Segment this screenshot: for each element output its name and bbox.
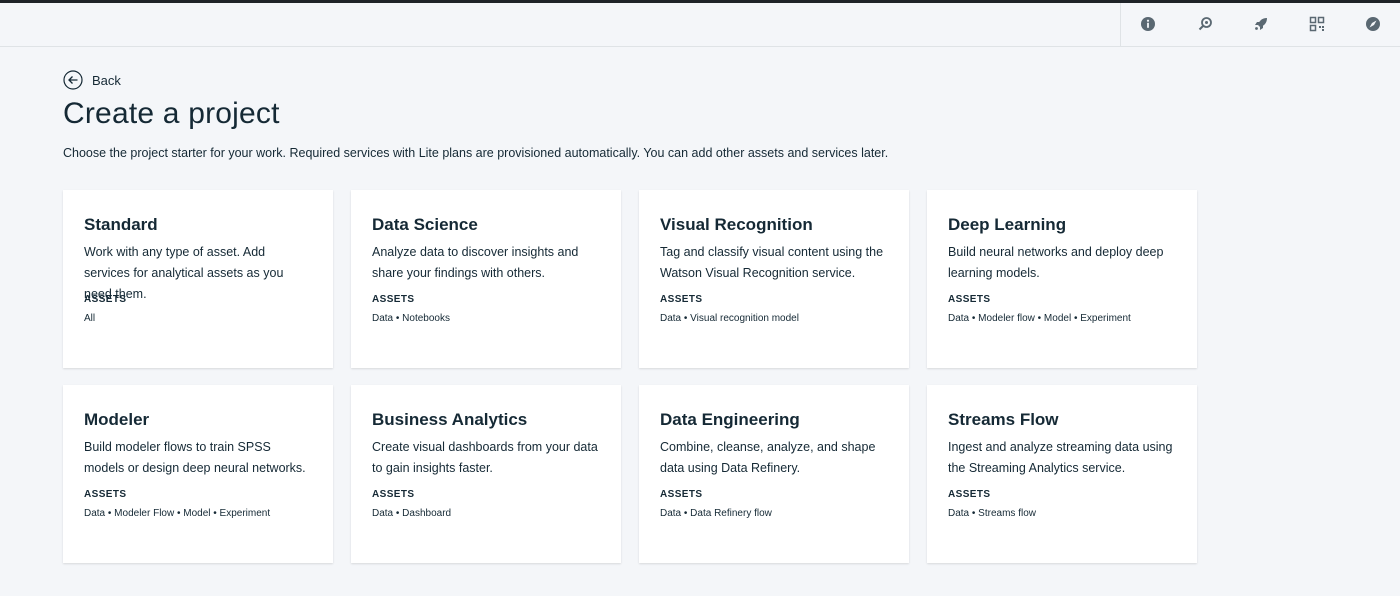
card-assets: Data • Notebooks [372, 313, 450, 324]
compass-icon[interactable] [1363, 14, 1383, 34]
starter-card-data-science[interactable]: Data Science Analyze data to discover in… [351, 190, 621, 368]
card-description: Tag and classify visual content using th… [660, 245, 884, 280]
starter-card-business-analytics[interactable]: Business Analytics Create visual dashboa… [351, 385, 621, 563]
starter-card-visual-recognition[interactable]: Visual Recognition Tag and classify visu… [639, 190, 909, 368]
card-assets-label: ASSETS [660, 489, 703, 500]
card-description: Analyze data to discover insights and sh… [372, 245, 579, 280]
card-assets-label: ASSETS [948, 294, 991, 305]
rocket-icon[interactable] [1251, 14, 1271, 34]
starter-card-streams-flow[interactable]: Streams Flow Ingest and analyze streamin… [927, 385, 1197, 563]
catalog-refresh-icon[interactable] [1195, 14, 1215, 34]
page-description: Choose the project starter for your work… [63, 146, 889, 160]
card-assets-label: ASSETS [948, 489, 991, 500]
page-title: Create a project [63, 97, 280, 130]
starter-card-modeler[interactable]: Modeler Build modeler flows to train SPS… [63, 385, 333, 563]
card-assets: All [84, 313, 96, 324]
card-assets-label: ASSETS [84, 294, 127, 305]
card-assets: Data • Dashboard [372, 508, 452, 519]
card-title: Standard [84, 215, 158, 234]
card-assets: Data • Visual recognition model [660, 313, 799, 324]
card-assets-label: ASSETS [372, 294, 415, 305]
card-description: Build modeler flows to train SPSS models… [84, 440, 306, 475]
card-description: Build neural networks and deploy deep le… [948, 245, 1164, 280]
top-bar [0, 3, 1400, 47]
card-assets: Data • Modeler flow • Model • Experiment [948, 313, 1131, 324]
card-assets-label: ASSETS [84, 489, 127, 500]
card-description: Work with any type of asset. Add service… [84, 245, 284, 301]
card-description: Create visual dashboards from your data … [372, 440, 598, 475]
card-assets-label: ASSETS [660, 294, 703, 305]
card-assets: Data • Streams flow [948, 508, 1036, 519]
starter-card-standard[interactable]: Standard Work with any type of asset. Ad… [63, 190, 333, 368]
arrow-left-circle-icon [63, 70, 83, 90]
card-description: Combine, cleanse, analyze, and shape dat… [660, 440, 876, 475]
card-title: Modeler [84, 410, 150, 429]
back-link[interactable]: Back [63, 70, 121, 90]
card-assets: Data • Modeler Flow • Model • Experiment [84, 508, 271, 519]
project-starter-grid: Standard Work with any type of asset. Ad… [63, 190, 1197, 563]
starter-card-data-engineering[interactable]: Data Engineering Combine, cleanse, analy… [639, 385, 909, 563]
top-bar-divider [1120, 3, 1121, 46]
card-assets: Data • Data Refinery flow [660, 508, 772, 519]
card-assets-label: ASSETS [372, 489, 415, 500]
card-title: Visual Recognition [660, 215, 813, 234]
grid-apps-icon[interactable] [1307, 14, 1327, 34]
card-title: Business Analytics [372, 410, 528, 429]
card-title: Data Engineering [660, 410, 800, 429]
back-label: Back [92, 72, 121, 88]
card-title: Deep Learning [948, 215, 1067, 234]
info-icon[interactable] [1138, 14, 1158, 34]
card-description: Ingest and analyze streaming data using … [948, 440, 1173, 475]
starter-card-deep-learning[interactable]: Deep Learning Build neural networks and … [927, 190, 1197, 368]
card-title: Streams Flow [948, 410, 1059, 429]
card-title: Data Science [372, 215, 478, 234]
